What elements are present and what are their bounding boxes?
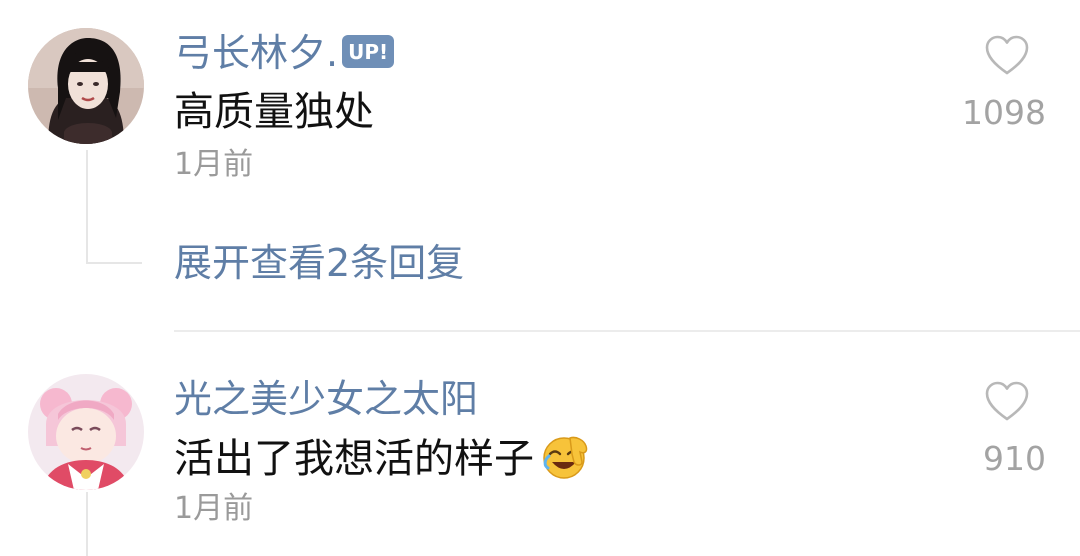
user-avatar-image <box>28 28 144 144</box>
thread-line-branch <box>86 262 142 264</box>
comment-username[interactable]: 弓长林夕. UP! <box>174 31 395 75</box>
up-badge: UP! <box>342 35 395 68</box>
thread-line <box>86 150 88 264</box>
comment-text: 活出了我想活的样子 <box>174 436 590 486</box>
comment-text: 高质量独处 <box>174 89 374 135</box>
comment-time: 1月前 <box>174 147 254 182</box>
comment-item: 弓长林夕. UP! 高质量独处 1月前 1098 展开查看2条回复 <box>0 0 1080 330</box>
user-avatar-image <box>28 374 144 490</box>
thread-line <box>86 492 88 556</box>
comment-time: 1月前 <box>174 491 254 526</box>
username-text[interactable]: 弓长林夕. <box>174 31 338 75</box>
heart-outline-icon[interactable] <box>984 380 1030 422</box>
heart-outline-icon[interactable] <box>984 34 1030 76</box>
like-count: 1098 <box>962 93 1046 132</box>
avatar[interactable] <box>28 28 144 144</box>
comment-item: 光之美少女之太阳 活出了我想活的样子 1月前 910 <box>0 332 1080 556</box>
like-count: 910 <box>983 439 1046 478</box>
avatar[interactable] <box>28 374 144 490</box>
laughing-crying-emoji-icon <box>543 436 588 479</box>
comment-text-content: 活出了我想活的样子 <box>174 436 534 482</box>
comment-username[interactable]: 光之美少女之太阳 <box>174 380 478 418</box>
expand-replies-link[interactable]: 展开查看2条回复 <box>174 244 464 282</box>
